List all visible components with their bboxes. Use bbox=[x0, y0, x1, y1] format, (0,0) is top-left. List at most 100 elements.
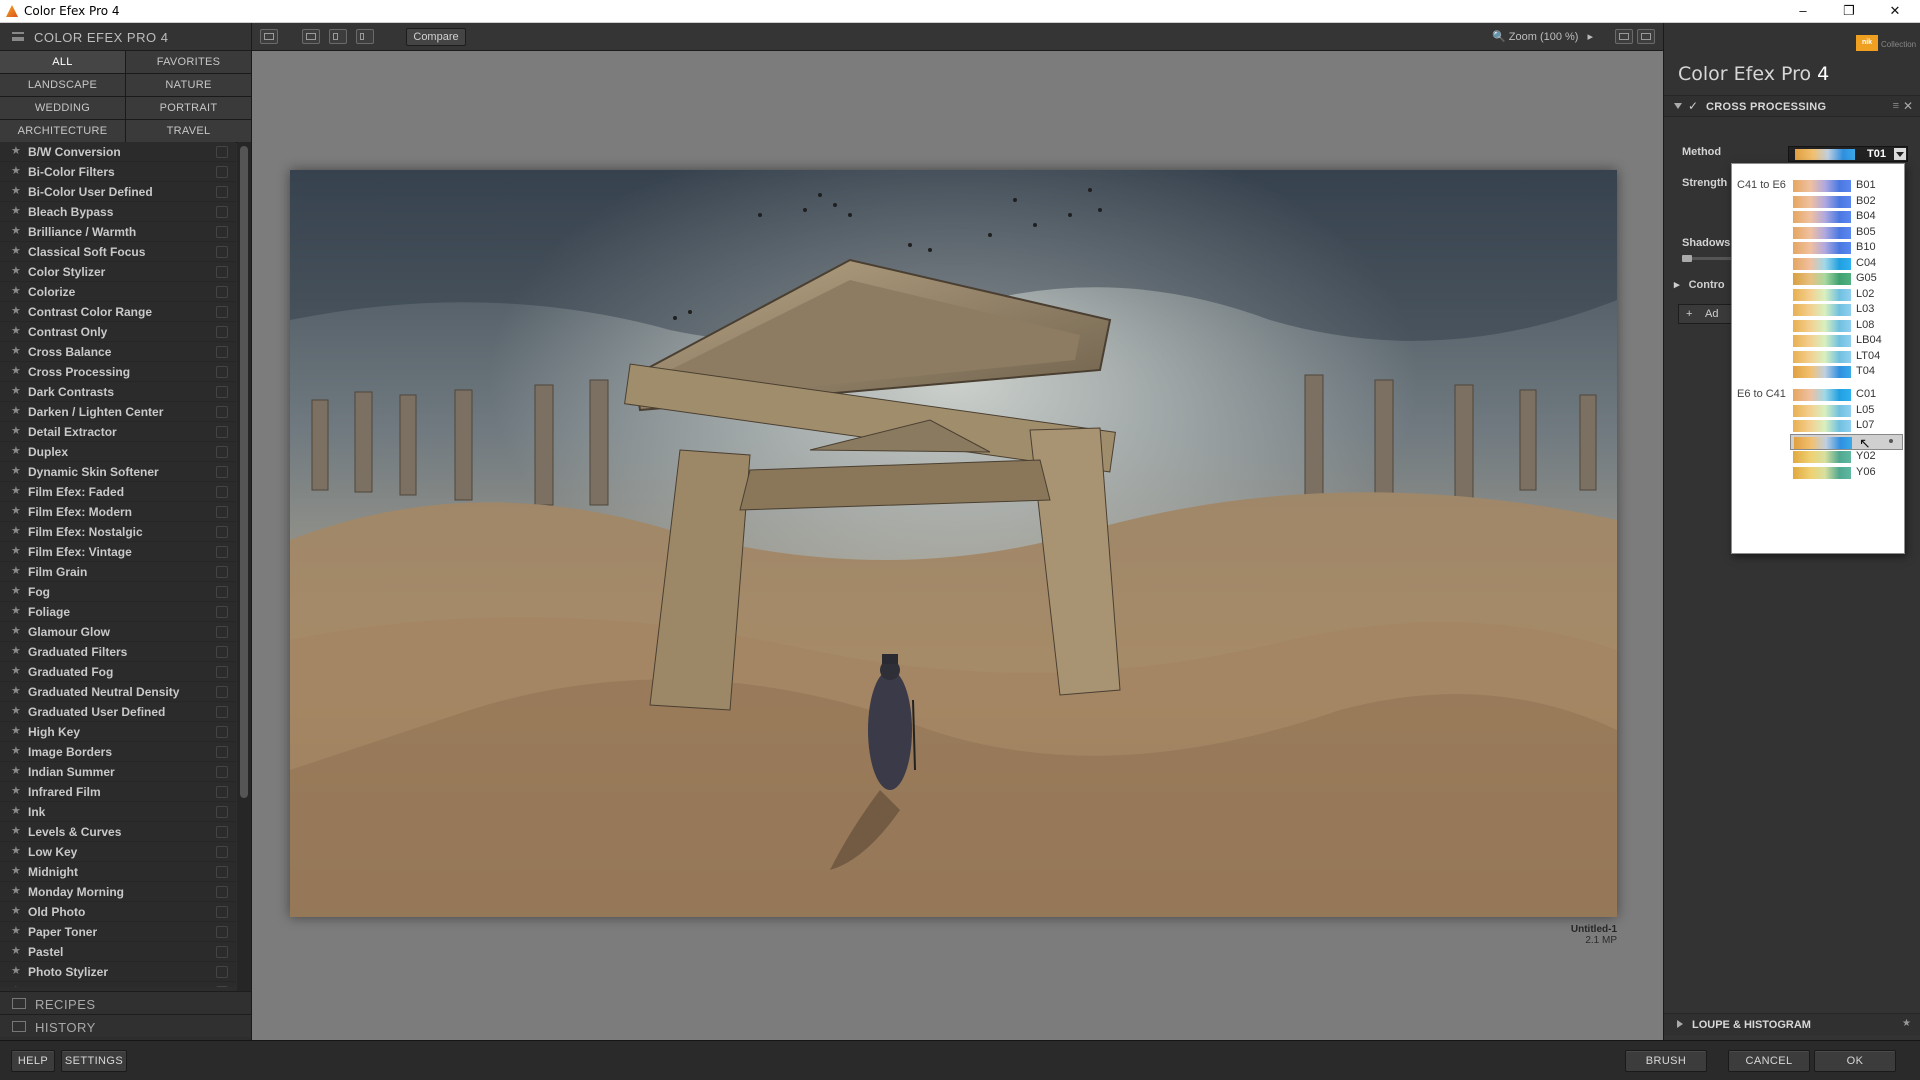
favorite-toggle-icon[interactable] bbox=[216, 946, 228, 958]
filter-list-item[interactable]: ★ Contrast Color Range bbox=[0, 302, 236, 322]
filter-options-icon[interactable]: ≡ bbox=[1893, 100, 1899, 112]
favorite-toggle-icon[interactable] bbox=[216, 406, 228, 418]
filter-list-item[interactable]: ★ Monday Morning bbox=[0, 882, 236, 902]
cancel-button[interactable]: CANCEL bbox=[1728, 1050, 1810, 1072]
favorite-toggle-icon[interactable] bbox=[216, 586, 228, 598]
category-travel-button[interactable]: TRAVEL bbox=[126, 120, 251, 142]
filter-list-item[interactable]: ★ Darken / Lighten Center bbox=[0, 402, 236, 422]
filter-list-item[interactable]: ★ Midnight bbox=[0, 862, 236, 882]
filter-list-item[interactable]: ★ Indian Summer bbox=[0, 762, 236, 782]
category-wedding-button[interactable]: WEDDING bbox=[0, 97, 125, 119]
filter-list-item[interactable]: ★ Bleach Bypass bbox=[0, 202, 236, 222]
brush-button[interactable]: BRUSH bbox=[1625, 1050, 1707, 1072]
favorite-toggle-icon[interactable] bbox=[216, 706, 228, 718]
filter-list-item[interactable]: ★ Film Grain bbox=[0, 562, 236, 582]
method-option[interactable]: G05 bbox=[1793, 271, 1903, 287]
favorite-toggle-icon[interactable] bbox=[216, 146, 228, 158]
favorite-toggle-icon[interactable] bbox=[216, 186, 228, 198]
compare-button[interactable]: Compare bbox=[406, 28, 466, 46]
filter-list-item[interactable]: ★ Glamour Glow bbox=[0, 622, 236, 642]
favorite-toggle-icon[interactable] bbox=[216, 166, 228, 178]
favorite-toggle-icon[interactable] bbox=[216, 746, 228, 758]
loupe-histogram-header[interactable]: LOUPE & HISTOGRAM ★ bbox=[1664, 1013, 1920, 1035]
filter-list-item[interactable]: ★ Graduated Neutral Density bbox=[0, 682, 236, 702]
filter-list-item[interactable]: ★ Fog bbox=[0, 582, 236, 602]
method-option[interactable]: C04 bbox=[1793, 256, 1903, 272]
minimize-icon[interactable]: – bbox=[1780, 0, 1826, 22]
favorite-toggle-icon[interactable] bbox=[216, 526, 228, 538]
split-view-icon[interactable] bbox=[329, 29, 347, 44]
preview-image[interactable] bbox=[290, 170, 1617, 917]
favorite-toggle-icon[interactable] bbox=[216, 726, 228, 738]
side-by-side-icon[interactable] bbox=[356, 29, 374, 44]
recipes-section[interactable]: RECIPES bbox=[0, 991, 251, 1014]
favorite-toggle-icon[interactable] bbox=[216, 326, 228, 338]
filter-list-item[interactable]: ★ Contrast Only bbox=[0, 322, 236, 342]
favorite-toggle-icon[interactable] bbox=[216, 206, 228, 218]
filter-list-item[interactable]: ★ Film Efex: Nostalgic bbox=[0, 522, 236, 542]
filter-list-item[interactable]: ★ Bi-Color User Defined bbox=[0, 182, 236, 202]
favorite-toggle-icon[interactable] bbox=[216, 366, 228, 378]
favorite-toggle-icon[interactable] bbox=[216, 606, 228, 618]
favorite-toggle-icon[interactable] bbox=[216, 446, 228, 458]
favorite-toggle-icon[interactable] bbox=[216, 626, 228, 638]
favorite-toggle-icon[interactable] bbox=[216, 246, 228, 258]
favorite-toggle-icon[interactable] bbox=[216, 506, 228, 518]
favorite-toggle-icon[interactable] bbox=[216, 266, 228, 278]
favorite-toggle-icon[interactable] bbox=[216, 826, 228, 838]
filter-list-item[interactable]: ★ Bi-Color Filters bbox=[0, 162, 236, 182]
category-favorites-button[interactable]: FAVORITES bbox=[126, 51, 251, 73]
remove-filter-icon[interactable]: ✕ bbox=[1903, 99, 1913, 113]
category-all-button[interactable]: ALL bbox=[0, 51, 125, 73]
method-option[interactable]: B04 bbox=[1793, 209, 1903, 225]
method-option[interactable]: T04 bbox=[1793, 364, 1903, 380]
favorite-toggle-icon[interactable] bbox=[216, 226, 228, 238]
favorite-toggle-icon[interactable] bbox=[216, 986, 228, 987]
close-icon[interactable]: ✕ bbox=[1872, 0, 1918, 22]
favorite-toggle-icon[interactable] bbox=[216, 286, 228, 298]
filter-list-item[interactable]: ★ Photo Stylizer bbox=[0, 962, 236, 982]
favorite-toggle-icon[interactable] bbox=[216, 426, 228, 438]
filter-list-item[interactable]: ★ Levels & Curves bbox=[0, 822, 236, 842]
favorite-toggle-icon[interactable] bbox=[216, 346, 228, 358]
control-points-toggle[interactable]: ▸ Contro bbox=[1674, 278, 1725, 291]
favorite-toggle-icon[interactable] bbox=[216, 646, 228, 658]
favorite-toggle-icon[interactable] bbox=[216, 306, 228, 318]
method-option[interactable]: LT04 bbox=[1793, 349, 1903, 365]
method-option[interactable]: ↖ bbox=[1790, 433, 1903, 451]
category-nature-button[interactable]: NATURE bbox=[126, 74, 251, 96]
method-option[interactable]: L08 bbox=[1793, 318, 1903, 334]
filter-list-item[interactable]: ★ Graduated User Defined bbox=[0, 702, 236, 722]
filter-list-item[interactable]: ★ Color Stylizer bbox=[0, 262, 236, 282]
filter-list-item[interactable]: ★ Ink bbox=[0, 802, 236, 822]
category-architecture-button[interactable]: ARCHITECTURE bbox=[0, 120, 125, 142]
filter-list-item[interactable]: ★ Brilliance / Warmth bbox=[0, 222, 236, 242]
favorite-toggle-icon[interactable] bbox=[216, 906, 228, 918]
favorite-toggle-icon[interactable] bbox=[216, 966, 228, 978]
method-option[interactable]: B02 bbox=[1793, 194, 1903, 210]
toggle-browser-icon[interactable] bbox=[260, 29, 278, 44]
filter-list-item[interactable]: ★ Detail Extractor bbox=[0, 422, 236, 442]
slider-knob[interactable] bbox=[1682, 255, 1692, 262]
filter-list-item[interactable]: ★ Film Efex: Vintage bbox=[0, 542, 236, 562]
favorite-toggle-icon[interactable] bbox=[216, 926, 228, 938]
method-option[interactable]: L02 bbox=[1793, 287, 1903, 303]
favorite-toggle-icon[interactable] bbox=[216, 386, 228, 398]
filter-list-item[interactable]: ★ Paper Toner bbox=[0, 922, 236, 942]
background-toggle-icon[interactable] bbox=[1637, 29, 1655, 44]
method-option[interactable]: LB04 bbox=[1793, 333, 1903, 349]
favorite-toggle-icon[interactable] bbox=[216, 786, 228, 798]
filter-list-item[interactable]: ★ Cross Processing bbox=[0, 362, 236, 382]
filter-list-item[interactable]: ★ Film Efex: Faded bbox=[0, 482, 236, 502]
favorite-toggle-icon[interactable] bbox=[216, 486, 228, 498]
favorite-toggle-icon[interactable] bbox=[216, 886, 228, 898]
favorite-toggle-icon[interactable] bbox=[216, 546, 228, 558]
restore-icon[interactable]: ❐ bbox=[1826, 0, 1872, 22]
scrollbar-thumb[interactable] bbox=[240, 146, 248, 798]
favorite-toggle-icon[interactable] bbox=[216, 686, 228, 698]
favorite-toggle-icon[interactable] bbox=[216, 666, 228, 678]
filter-enable-checkbox[interactable]: ✓ bbox=[1688, 99, 1698, 113]
filter-header[interactable]: ✓ CROSS PROCESSING ≡ ✕ bbox=[1664, 95, 1920, 117]
method-option[interactable]: Y06 bbox=[1793, 465, 1903, 481]
pin-icon[interactable]: ★ bbox=[1902, 1018, 1911, 1029]
